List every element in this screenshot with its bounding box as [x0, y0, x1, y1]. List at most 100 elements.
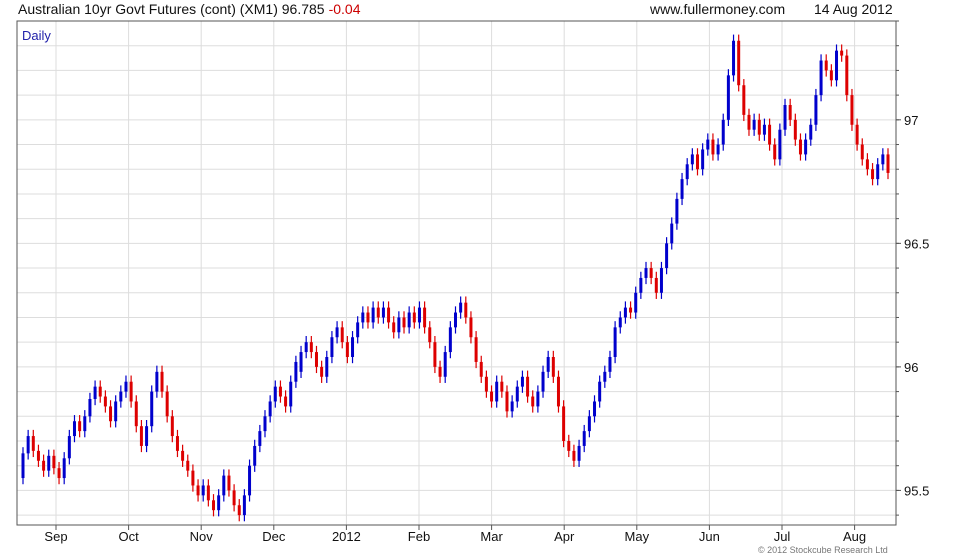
candle-body: [57, 468, 61, 479]
x-tick-label: Nov: [190, 529, 214, 544]
candle-body: [330, 337, 334, 357]
candle-body: [649, 268, 653, 278]
candle-body: [212, 500, 216, 511]
candle-body: [314, 352, 318, 367]
candle-body: [78, 421, 82, 432]
candle-body: [134, 401, 138, 427]
candle-body: [845, 55, 849, 96]
candle-body: [366, 312, 370, 323]
candle-body: [284, 396, 288, 407]
candle-body: [865, 159, 869, 170]
candle-body: [675, 198, 679, 224]
candle-body: [701, 149, 705, 170]
candle-body: [459, 302, 463, 313]
candle-body: [855, 124, 859, 145]
candle-body: [484, 376, 488, 392]
candle-body: [62, 458, 66, 479]
candle-body: [634, 292, 638, 313]
candle-body: [804, 139, 808, 155]
candle-body: [201, 485, 205, 496]
candle-body: [577, 445, 581, 461]
candle-body: [886, 154, 890, 173]
candle-body: [582, 431, 586, 446]
candle-body: [593, 401, 597, 417]
candle-body: [835, 50, 839, 81]
candle-body: [747, 114, 751, 130]
candle-body: [454, 312, 457, 328]
candle-body: [850, 95, 854, 125]
candle-body: [407, 312, 411, 328]
candle-body: [536, 391, 540, 407]
candle-body: [309, 342, 313, 353]
x-tick-label: Feb: [408, 529, 430, 544]
candle-body: [793, 119, 797, 140]
candle-body: [433, 342, 437, 367]
candle-body: [438, 366, 442, 377]
candle-body: [42, 460, 46, 471]
candle-body: [26, 436, 30, 454]
candle-body: [809, 124, 813, 140]
candle-body: [232, 490, 236, 506]
candle-body: [881, 154, 885, 165]
candle-body: [392, 322, 396, 333]
x-tick-label: Aug: [843, 529, 866, 544]
candle-body: [340, 327, 344, 343]
candle-body: [531, 396, 535, 407]
candle-body: [253, 445, 257, 466]
candle-body: [618, 317, 622, 328]
y-tick-label: 96.5: [904, 236, 929, 251]
x-tick-label: Apr: [554, 529, 575, 544]
candle-body: [598, 381, 602, 402]
candle-body: [860, 144, 864, 160]
candle-body: [428, 327, 432, 343]
candle-body: [762, 124, 766, 135]
candle-body: [47, 455, 51, 471]
x-tick-label: May: [625, 529, 650, 544]
candle-body: [165, 391, 169, 417]
candle-body: [31, 436, 35, 451]
candle-body: [52, 455, 56, 469]
candle-body: [773, 144, 777, 160]
candle-body: [320, 366, 324, 377]
candle-body: [448, 327, 452, 353]
candle-body: [469, 317, 473, 338]
candle-body: [629, 307, 633, 313]
candle-body: [876, 164, 880, 180]
candle-body: [119, 391, 123, 402]
candle-body: [258, 431, 262, 446]
x-tick-label: Oct: [118, 529, 139, 544]
candle-body: [500, 381, 504, 392]
candle-body: [490, 391, 494, 402]
candle-body: [376, 307, 380, 318]
candle-body: [840, 50, 844, 56]
x-tick-label: Mar: [480, 529, 503, 544]
candle-body: [732, 40, 736, 76]
candle-body: [139, 426, 143, 446]
candle-body: [93, 386, 97, 399]
candle-body: [361, 312, 365, 323]
candle-body: [654, 277, 658, 293]
candle-body: [464, 302, 468, 318]
candle-body: [129, 381, 133, 402]
candle-body: [191, 470, 195, 486]
candle-body: [21, 453, 25, 479]
candle-body: [556, 376, 560, 407]
candle-body: [237, 505, 241, 516]
candle-body: [829, 70, 833, 81]
candle-body: [150, 391, 154, 427]
candle-body: [541, 371, 545, 392]
candle-body: [690, 154, 694, 165]
copyright-note: © 2012 Stockcube Research Ltd: [758, 545, 888, 555]
candle-body: [397, 317, 401, 333]
candle-body: [155, 371, 159, 392]
candle-body: [685, 164, 689, 180]
candle-body: [145, 426, 149, 446]
candle-body: [263, 416, 267, 432]
candle-body: [768, 124, 772, 145]
candle-body: [170, 416, 174, 437]
candle-body: [423, 307, 427, 328]
candle-body: [706, 139, 710, 150]
candle-body: [160, 371, 164, 392]
x-tick-label: 2012: [332, 529, 361, 544]
candle-body: [248, 465, 252, 496]
